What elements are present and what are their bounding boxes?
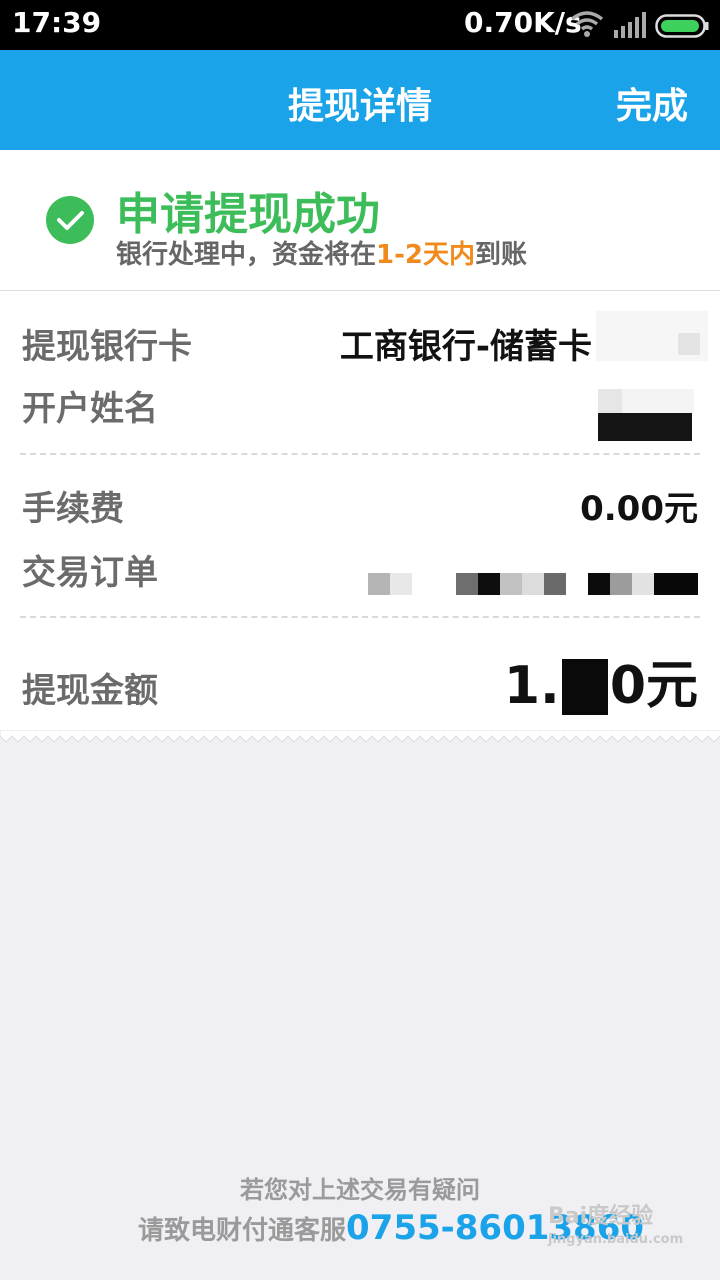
result-panel: 申请提现成功 银行处理中，资金将在1-2天内到账 — [0, 150, 720, 291]
status-time: 17:39 — [12, 6, 102, 39]
details-panel: 提现银行卡 工商银行-储蓄卡 开户姓名 手续费 0.00元 交易订单 提现金额 … — [0, 291, 720, 736]
result-subtitle-before: 银行处理中，资金将在 — [116, 240, 377, 270]
page-title: 提现详情 — [287, 86, 432, 127]
bank-card-value: 工商银行-储蓄卡 — [339, 327, 592, 367]
result-subtitle: 银行处理中，资金将在1-2天内到账 — [116, 234, 527, 271]
redacted-order-number — [368, 573, 700, 597]
done-button[interactable]: 完成 — [616, 77, 688, 129]
order-label: 交易订单 — [22, 553, 158, 593]
watermark: Bai度经验 jingyan.baidu.com — [548, 1198, 683, 1247]
amount-suffix: 0元 — [609, 656, 698, 716]
network-speed: 0.70K/s — [464, 6, 582, 39]
support-contact-prefix: 请致电财付通客服 — [138, 1216, 347, 1246]
status-bar: 17:39 0.70K/s — [0, 0, 720, 50]
result-subtitle-after: 到账 — [475, 240, 528, 270]
redacted-amount-digit — [561, 659, 608, 715]
account-name-label: 开户姓名 — [22, 389, 158, 429]
signal-icon — [614, 12, 646, 42]
amount-value: 1. 0元 — [504, 643, 698, 718]
divider — [20, 616, 700, 618]
result-subtitle-highlight: 1-2天内 — [376, 240, 475, 270]
nav-bar: 提现详情 完成 — [0, 50, 720, 150]
divider — [20, 453, 700, 455]
check-circle-icon — [45, 195, 95, 249]
redacted-card-number — [596, 311, 708, 361]
watermark-brand: Bai度经验 — [548, 1204, 654, 1229]
fee-label: 手续费 — [22, 489, 124, 529]
amount-label: 提现金额 — [22, 671, 158, 711]
amount-prefix: 1. — [503, 656, 560, 716]
wifi-icon — [570, 10, 604, 42]
fee-value: 0.00元 — [580, 489, 698, 529]
result-title: 申请提现成功 — [116, 189, 380, 240]
redacted-account-name — [598, 389, 694, 443]
bank-card-label: 提现银行卡 — [22, 327, 192, 367]
receipt-edge — [0, 730, 720, 743]
watermark-url: jingyan.baidu.com — [548, 1232, 684, 1247]
battery-icon — [655, 14, 710, 42]
